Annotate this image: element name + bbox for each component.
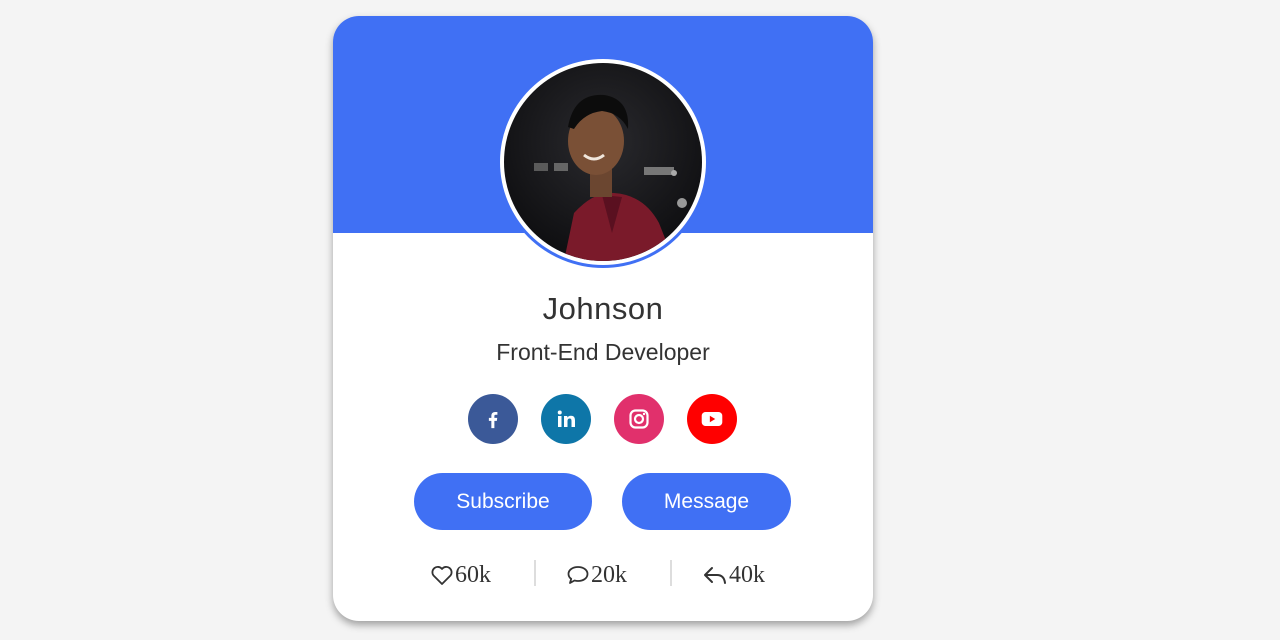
likes-stat[interactable]: 60k	[430, 560, 491, 590]
linkedin-button[interactable]	[541, 394, 591, 444]
shares-stat[interactable]: 40k	[702, 560, 765, 590]
comment-icon	[567, 566, 589, 584]
reply-icon	[704, 567, 726, 584]
message-button[interactable]: Message	[622, 473, 791, 530]
avatar-ring	[497, 56, 709, 268]
avatar	[504, 63, 702, 261]
comments-stat[interactable]: 20k	[566, 560, 627, 590]
subscribe-button[interactable]: Subscribe	[414, 473, 592, 530]
facebook-icon	[488, 411, 498, 429]
likes-count: 60k	[455, 561, 491, 588]
instagram-button[interactable]	[614, 394, 664, 444]
shares-count: 40k	[729, 561, 765, 588]
facebook-button[interactable]	[468, 394, 518, 444]
heart-icon	[431, 566, 453, 585]
stat-divider	[670, 560, 672, 586]
profile-name: Johnson	[542, 291, 664, 326]
youtube-icon	[701, 411, 723, 427]
instagram-icon	[629, 409, 649, 429]
youtube-button[interactable]	[687, 394, 737, 444]
comments-count: 20k	[591, 561, 627, 588]
profile-job-title: Front-End Developer	[496, 339, 710, 365]
profile-card: Johnson Front-End Developer Subscribe Me…	[333, 16, 873, 621]
linkedin-icon	[557, 410, 575, 427]
stat-divider	[534, 560, 536, 586]
